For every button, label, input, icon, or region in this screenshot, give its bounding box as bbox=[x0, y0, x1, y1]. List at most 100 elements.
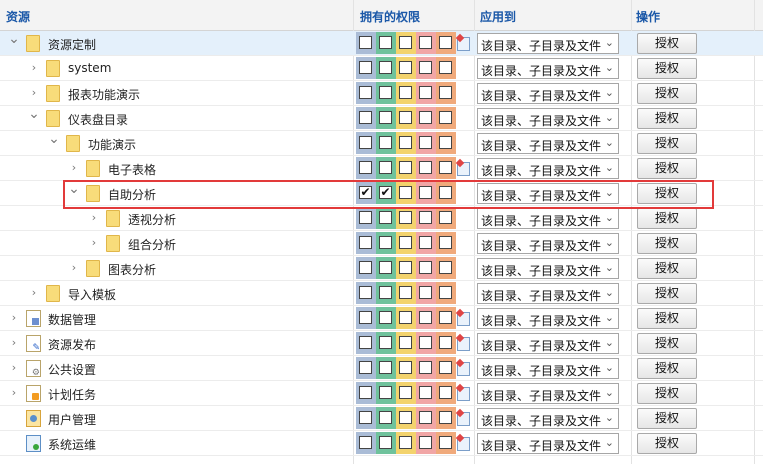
permission-checkbox[interactable] bbox=[359, 61, 372, 74]
grant-button[interactable]: 授权 bbox=[637, 133, 697, 154]
inherit-permission-icon[interactable] bbox=[457, 387, 470, 401]
permission-checkbox[interactable] bbox=[379, 261, 392, 274]
grant-button[interactable]: 授权 bbox=[637, 358, 697, 379]
table-row[interactable]: 系统运维 该目录、子目录及文件 ⌄ 授权 bbox=[0, 431, 763, 456]
permission-checkbox[interactable] bbox=[419, 261, 432, 274]
permission-checkbox[interactable] bbox=[359, 386, 372, 399]
grant-button[interactable]: 授权 bbox=[637, 308, 697, 329]
permission-checkbox[interactable] bbox=[399, 236, 412, 249]
permission-checkbox[interactable] bbox=[399, 411, 412, 424]
chevron-right-icon[interactable]: › bbox=[28, 61, 40, 75]
permission-checkbox[interactable] bbox=[419, 61, 432, 74]
permission-checkbox[interactable] bbox=[419, 161, 432, 174]
chevron-right-icon[interactable]: › bbox=[8, 386, 20, 400]
permission-checkbox[interactable] bbox=[379, 311, 392, 324]
permission-checkbox[interactable] bbox=[439, 336, 452, 349]
permission-checkbox[interactable] bbox=[439, 436, 452, 449]
table-row[interactable]: › 公共设置 该目录、子目录及文件⌄ 授权 bbox=[0, 356, 763, 381]
permission-checkbox[interactable] bbox=[399, 361, 412, 374]
permission-checkbox[interactable] bbox=[439, 311, 452, 324]
apply-to-select[interactable]: 该目录、子目录及文件 ⌄ bbox=[477, 308, 619, 329]
permission-checkbox[interactable] bbox=[419, 361, 432, 374]
inherit-permission-icon[interactable] bbox=[457, 312, 470, 326]
grant-button[interactable]: 授权 bbox=[637, 158, 697, 179]
table-row[interactable]: › 资源发布 该目录、子目录及文件⌄ 授权 bbox=[0, 331, 763, 356]
grant-button[interactable]: 授权 bbox=[637, 83, 697, 104]
permission-checkbox[interactable] bbox=[359, 436, 372, 449]
chevron-right-icon[interactable]: › bbox=[28, 86, 40, 100]
permission-checkbox[interactable] bbox=[439, 136, 452, 149]
apply-to-select[interactable]: 该目录、子目录及文件 ⌄ bbox=[477, 408, 619, 429]
permission-checkbox[interactable] bbox=[359, 336, 372, 349]
permission-checkbox[interactable] bbox=[399, 261, 412, 274]
permission-checkbox[interactable] bbox=[399, 36, 412, 49]
grant-button[interactable]: 授权 bbox=[637, 33, 697, 54]
permission-checkbox[interactable] bbox=[419, 211, 432, 224]
permission-checkbox[interactable] bbox=[439, 36, 452, 49]
permission-checkbox[interactable] bbox=[439, 111, 452, 124]
permission-checkbox[interactable] bbox=[399, 136, 412, 149]
apply-to-select[interactable]: 该目录、子目录及文件 ⌄ bbox=[477, 33, 619, 54]
inherit-permission-icon[interactable] bbox=[457, 437, 470, 451]
table-row[interactable]: › 报表功能演示 该目录、子目录及文件 ⌄ 授权 bbox=[0, 81, 763, 106]
permission-checkbox[interactable] bbox=[439, 286, 452, 299]
table-row[interactable]: ⌄ 功能演示 该目录、子目录及文件 ⌄ 授权 bbox=[0, 131, 763, 156]
chevron-right-icon[interactable]: › bbox=[28, 286, 40, 300]
permission-checkbox[interactable] bbox=[399, 436, 412, 449]
grant-button[interactable]: 授权 bbox=[637, 208, 697, 229]
grant-button[interactable]: 授权 bbox=[637, 433, 697, 454]
table-row[interactable]: ⌄ 仪表盘目录 该目录、子目录及文件 ⌄ 授权 bbox=[0, 106, 763, 131]
permission-checkbox[interactable] bbox=[419, 236, 432, 249]
inherit-permission-icon[interactable] bbox=[457, 362, 470, 376]
permission-checkbox[interactable] bbox=[379, 86, 392, 99]
chevron-down-icon[interactable]: ⌄ bbox=[8, 32, 20, 46]
permission-checkbox[interactable] bbox=[419, 286, 432, 299]
apply-to-select[interactable]: 该目录、子目录及文件 ⌄ bbox=[477, 333, 619, 354]
table-row[interactable]: › 导入模板 该目录、子目录及文件 ⌄ 授权 bbox=[0, 281, 763, 306]
permission-checkbox[interactable] bbox=[439, 86, 452, 99]
chevron-right-icon[interactable]: › bbox=[8, 336, 20, 350]
chevron-right-icon[interactable]: › bbox=[8, 361, 20, 375]
permission-checkbox[interactable] bbox=[359, 111, 372, 124]
grant-button[interactable]: 授权 bbox=[637, 333, 697, 354]
permission-checkbox[interactable] bbox=[379, 386, 392, 399]
permission-checkbox[interactable] bbox=[419, 436, 432, 449]
grant-button[interactable]: 授权 bbox=[637, 233, 697, 254]
permission-checkbox[interactable] bbox=[359, 36, 372, 49]
table-row[interactable]: › 计划任务 该目录、子目录及文件 ⌄ 授权 bbox=[0, 381, 763, 406]
apply-to-select[interactable]: 该目录、子目录及文件 ⌄ bbox=[477, 433, 619, 454]
apply-to-select[interactable]: 该目录、子目录及文件 ⌄ bbox=[477, 158, 619, 179]
permission-checkbox[interactable] bbox=[399, 161, 412, 174]
inherit-permission-icon[interactable] bbox=[457, 162, 470, 176]
permission-checkbox[interactable] bbox=[439, 236, 452, 249]
chevron-right-icon[interactable]: › bbox=[68, 161, 80, 175]
permission-checkbox[interactable] bbox=[359, 311, 372, 324]
permission-checkbox[interactable] bbox=[399, 61, 412, 74]
grant-button[interactable]: 授权 bbox=[637, 58, 697, 79]
permission-checkbox[interactable] bbox=[439, 261, 452, 274]
permission-checkbox[interactable] bbox=[379, 411, 392, 424]
permission-checkbox[interactable] bbox=[379, 286, 392, 299]
permission-checkbox[interactable] bbox=[359, 361, 372, 374]
grant-button[interactable]: 授权 bbox=[637, 383, 697, 404]
apply-to-select[interactable]: 该目录、子目录及文件 ⌄ bbox=[477, 283, 619, 304]
permission-checkbox[interactable] bbox=[439, 161, 452, 174]
permission-checkbox[interactable] bbox=[359, 411, 372, 424]
apply-to-select[interactable]: 该目录、子目录及文件 ⌄ bbox=[477, 208, 619, 229]
permission-checkbox[interactable] bbox=[359, 236, 372, 249]
chevron-right-icon[interactable]: › bbox=[68, 261, 80, 275]
permission-checkbox[interactable] bbox=[379, 211, 392, 224]
chevron-down-icon[interactable]: ⌄ bbox=[48, 132, 60, 146]
permission-checkbox[interactable] bbox=[399, 311, 412, 324]
inherit-permission-icon[interactable] bbox=[457, 37, 470, 51]
permission-checkbox[interactable] bbox=[399, 86, 412, 99]
permission-checkbox[interactable] bbox=[379, 336, 392, 349]
permission-checkbox[interactable] bbox=[359, 261, 372, 274]
apply-to-select[interactable]: 该目录、子目录及文件 ⌄ bbox=[477, 83, 619, 104]
permission-checkbox[interactable] bbox=[359, 136, 372, 149]
permission-checkbox[interactable] bbox=[379, 136, 392, 149]
table-row[interactable]: › system 该目录、子目录及文件 ⌄ 授权 bbox=[0, 56, 763, 81]
permission-checkbox[interactable] bbox=[419, 111, 432, 124]
permission-checkbox[interactable] bbox=[399, 211, 412, 224]
chevron-right-icon[interactable]: › bbox=[8, 311, 20, 325]
